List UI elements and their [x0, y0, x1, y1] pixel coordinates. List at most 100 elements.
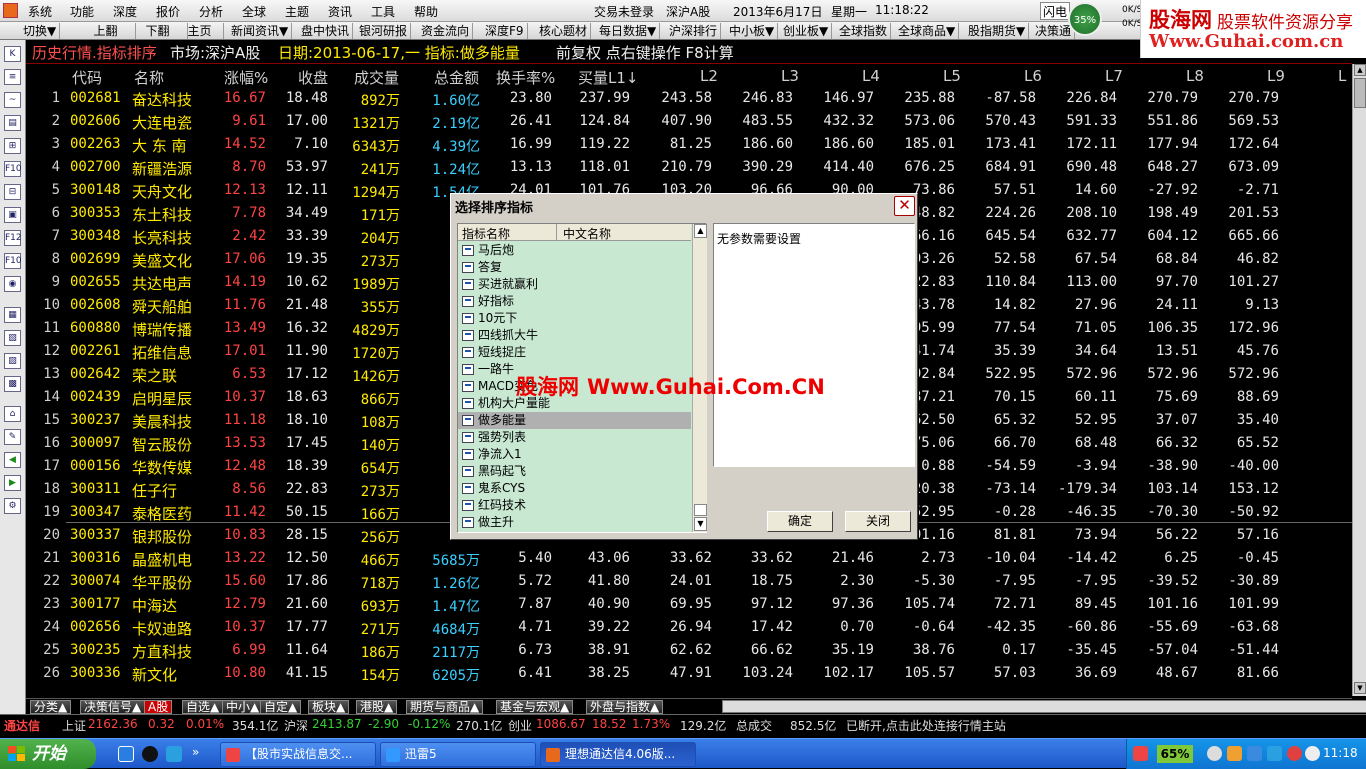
arrow-right-icon[interactable]: ▶: [4, 475, 21, 491]
indicator-list-item[interactable]: 黑码起飞: [458, 463, 691, 480]
table-row[interactable]: 26 300336 新文化 10.80 41.15 154万 6205万 6.41 38.25 4…: [26, 663, 1352, 686]
toolbar-daily-data[interactable]: 每日数据▼: [596, 23, 661, 39]
task-stock-forum[interactable]: 【股市实战信息交...: [220, 742, 376, 767]
toolbar-news[interactable]: 新闻资讯▼: [228, 23, 293, 39]
edit-icon[interactable]: ▧: [4, 330, 21, 346]
folder-icon[interactable]: ⌂: [4, 406, 21, 422]
menu-global[interactable]: 全球: [242, 3, 266, 20]
table-row[interactable]: 2 002606 大连电瓷 9.61 17.00 1321万 2.19亿 26.41 124.8…: [26, 111, 1352, 134]
toolbar-research[interactable]: 银河研报: [356, 23, 412, 39]
task-xunlei[interactable]: 迅雷5: [380, 742, 536, 767]
tab-overseas-index[interactable]: 外盘与指数▲: [586, 700, 664, 714]
tab-custom[interactable]: 自定▲: [260, 700, 302, 714]
toolbar-sme-board[interactable]: 中小板▼: [726, 23, 779, 39]
kline-icon[interactable]: K: [4, 46, 21, 62]
indicator-list-item[interactable]: 做多能量: [458, 412, 691, 429]
menu-theme[interactable]: 主题: [285, 3, 309, 20]
toolbar-page-up[interactable]: 上翻: [76, 23, 136, 39]
settings-icon[interactable]: ⚙: [4, 498, 21, 514]
col-l9[interactable]: L9: [1267, 67, 1285, 85]
indicator-list-item[interactable]: 净流入1: [458, 446, 691, 463]
shield-icon[interactable]: [1305, 746, 1320, 761]
col-l7[interactable]: L7: [1105, 67, 1123, 85]
tray-app-icon[interactable]: [1133, 746, 1148, 761]
col-l2[interactable]: L2: [700, 67, 718, 85]
col-change[interactable]: 涨幅%: [224, 67, 268, 88]
indicator-list-item[interactable]: 四线抓大牛: [458, 327, 691, 344]
indicator-list-item[interactable]: 红码技术: [458, 497, 691, 514]
f10-icon[interactable]: F10: [4, 161, 22, 177]
qq-icon[interactable]: [142, 746, 158, 762]
task-tdx[interactable]: 理想通达信4.06版...: [540, 742, 696, 767]
tab-decision-signal[interactable]: 决策信号▲: [80, 700, 146, 714]
toolbar-core-theme[interactable]: 核心题材: [536, 23, 592, 39]
page-icon[interactable]: ▦: [4, 307, 21, 323]
battery-indicator[interactable]: 65%: [1157, 745, 1193, 763]
toolbar-fund-flow[interactable]: 资金流向: [418, 23, 474, 39]
candles-icon[interactable]: ▤: [4, 115, 21, 131]
volume-icon[interactable]: [1207, 746, 1222, 761]
col-close[interactable]: 收盘: [298, 67, 328, 88]
indicator-list-item[interactable]: 买进就赢利: [458, 276, 691, 293]
table-row[interactable]: 4 002700 新疆浩源 8.70 53.97 241万 1.24亿 13.13 118.01…: [26, 157, 1352, 180]
chart-line-icon[interactable]: ~: [4, 92, 21, 108]
flash-button[interactable]: 闪电: [1040, 2, 1070, 20]
security-icon[interactable]: [1287, 746, 1302, 761]
table-row[interactable]: 21 300316 晶盛机电 13.22 12.50 466万 5685万 5.40 43.06…: [26, 548, 1352, 571]
date-indicator[interactable]: 日期:2013-06-17,一 指标:做多能量: [278, 42, 520, 63]
start-button[interactable]: 开始: [0, 739, 96, 769]
menu-function[interactable]: 功能: [70, 3, 94, 20]
toolbar-gem-board[interactable]: 创业板▼: [780, 23, 833, 39]
toolbar-global-index[interactable]: 全球指数: [836, 23, 892, 39]
ie-icon[interactable]: [118, 746, 134, 762]
network-icon[interactable]: [1227, 746, 1242, 761]
messenger-icon[interactable]: [166, 746, 182, 762]
toolbar-switch[interactable]: 切换▼: [20, 23, 61, 39]
indicator-list-item[interactable]: 短线捉庄: [458, 344, 691, 361]
list-icon[interactable]: ≡: [4, 69, 21, 85]
f12-icon[interactable]: F12: [4, 230, 22, 246]
f10-alt-icon[interactable]: F10: [4, 253, 22, 269]
toolbar-depth-f9[interactable]: 深度F9: [482, 23, 528, 39]
report-icon[interactable]: ▣: [4, 207, 21, 223]
login-status[interactable]: 交易未登录: [594, 3, 654, 20]
col-l5[interactable]: L5: [943, 67, 961, 85]
menu-analysis[interactable]: 分析: [199, 3, 223, 20]
arrow-left-icon[interactable]: ◀: [4, 452, 21, 468]
list-scroll-thumb[interactable]: [694, 504, 707, 516]
tab-sector[interactable]: 板块▲: [308, 700, 350, 714]
indicator-list-item[interactable]: 做主升: [458, 514, 691, 531]
document-icon[interactable]: ▨: [4, 353, 21, 369]
horizontal-scrollbar[interactable]: [722, 700, 1366, 713]
menu-news[interactable]: 资讯: [328, 3, 352, 20]
market-filter[interactable]: 市场:深沪A股: [170, 42, 260, 63]
col-volume[interactable]: 成交量: [354, 67, 399, 88]
vertical-scrollbar[interactable]: ▲ ▼: [1352, 64, 1366, 696]
menu-system[interactable]: 系统: [28, 3, 52, 20]
toolbar-ranking[interactable]: 沪深排行: [666, 23, 722, 39]
search-icon[interactable]: ◉: [4, 276, 21, 292]
indicator-list-item[interactable]: 鬼系CYS: [458, 480, 691, 497]
tab-a-share[interactable]: A股: [144, 700, 173, 714]
sync-icon[interactable]: [1267, 746, 1282, 761]
menu-depth[interactable]: 深度: [113, 3, 137, 20]
table-row[interactable]: 24 002656 卡奴迪路 10.37 17.77 271万 4684万 4.71 39.22…: [26, 617, 1352, 640]
table-row[interactable]: 1 002681 奋达科技 16.67 18.48 892万 1.60亿 23.80 237.9…: [26, 88, 1352, 111]
toolbar-global-commodity[interactable]: 全球商品▼: [895, 23, 960, 39]
tab-hk[interactable]: 港股▲: [356, 700, 398, 714]
col-turnover[interactable]: 换手率%: [496, 67, 555, 88]
update-icon[interactable]: [1247, 746, 1262, 761]
scroll-up-icon[interactable]: ▲: [1354, 64, 1366, 76]
indicator-list-item[interactable]: 10元下: [458, 310, 691, 327]
list-scroll-down-icon[interactable]: ▼: [694, 517, 707, 531]
connection-status[interactable]: 已断开,点击此处连接行情主站: [846, 717, 1006, 734]
scroll-down-icon[interactable]: ▼: [1354, 682, 1366, 694]
close-button[interactable]: 关闭: [845, 511, 911, 532]
more-icon[interactable]: »: [192, 745, 199, 759]
stack-icon[interactable]: ▩: [4, 376, 21, 392]
col-name[interactable]: 名称: [134, 67, 164, 88]
col-l10[interactable]: L: [1338, 67, 1346, 85]
indicator-list-item[interactable]: 答复: [458, 259, 691, 276]
indicator-list-item[interactable]: 强势列表: [458, 429, 691, 446]
table-row[interactable]: 25 300235 方直科技 6.99 11.64 186万 2117万 6.73 38.91 6…: [26, 640, 1352, 663]
